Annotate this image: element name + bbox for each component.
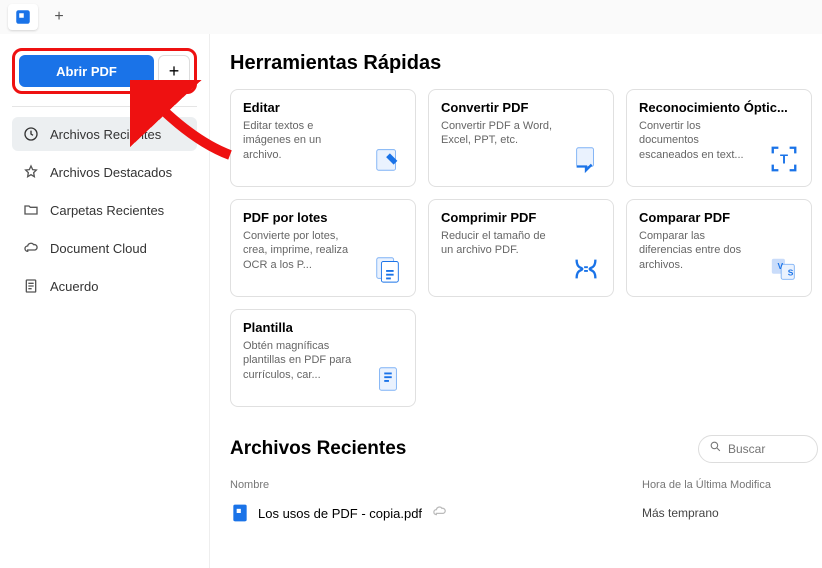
card-compress[interactable]: Comprimir PDF Reducir el tamaño de un ar… — [428, 199, 614, 297]
sidebar: Abrir PDF + Archivos Recientes Archivos … — [0, 34, 210, 568]
batch-icon — [371, 252, 405, 286]
sidebar-item-document-cloud[interactable]: Document Cloud — [12, 231, 197, 265]
svg-text:T: T — [780, 152, 788, 167]
main-panel: Herramientas Rápidas Editar Editar texto… — [210, 34, 822, 568]
card-compare[interactable]: Comparar PDF Comparar las diferencias en… — [626, 199, 812, 297]
recent-files-heading: Archivos Recientes — [230, 438, 406, 460]
card-convert[interactable]: Convertir PDF Convertir PDF a Word, Exce… — [428, 89, 614, 187]
document-icon — [22, 278, 40, 294]
app-logo-tab[interactable] — [8, 4, 38, 30]
quick-tools-grid: Editar Editar textos e imágenes en un ar… — [230, 89, 822, 407]
sidebar-item-recent-folders[interactable]: Carpetas Recientes — [12, 193, 197, 227]
sidebar-item-label: Archivos Recientes — [50, 127, 161, 142]
compare-icon: VS — [767, 252, 801, 286]
card-title: Plantilla — [243, 320, 403, 335]
sidebar-item-label: Archivos Destacados — [50, 165, 172, 180]
card-batch[interactable]: PDF por lotes Convierte por lotes, crea,… — [230, 199, 416, 297]
cloud-icon — [22, 240, 40, 256]
recent-columns: Nombre Hora de la Última Modifica — [230, 479, 822, 491]
create-pdf-button[interactable]: + — [158, 55, 190, 87]
svg-text:V: V — [777, 261, 783, 271]
sidebar-item-agreement[interactable]: Acuerdo — [12, 269, 197, 303]
folder-icon — [22, 202, 40, 218]
column-date: Hora de la Última Modifica — [642, 479, 822, 491]
card-ocr[interactable]: Reconocimiento Óptic... Convertir los do… — [626, 89, 812, 187]
open-pdf-button[interactable]: Abrir PDF — [19, 55, 154, 87]
card-edit[interactable]: Editar Editar textos e imágenes en un ar… — [230, 89, 416, 187]
card-template[interactable]: Plantilla Obtén magníficas plantillas en… — [230, 309, 416, 407]
pdf-file-icon — [230, 503, 250, 523]
sidebar-item-label: Document Cloud — [50, 241, 147, 256]
sidebar-item-recent-files[interactable]: Archivos Recientes — [12, 117, 197, 151]
file-name-label: Los usos de PDF - copia.pdf — [258, 506, 422, 521]
compress-icon — [569, 252, 603, 286]
card-title: Editar — [243, 100, 403, 115]
template-icon — [371, 362, 405, 396]
file-date-label: Más temprano — [642, 506, 822, 520]
search-icon — [709, 440, 722, 458]
card-title: PDF por lotes — [243, 210, 403, 225]
search-input[interactable] — [728, 442, 808, 456]
recent-files-section: Archivos Recientes Nombre Hora de la Últ… — [230, 435, 822, 523]
file-row[interactable]: Los usos de PDF - copia.pdf Más temprano — [230, 503, 822, 523]
open-pdf-highlight: Abrir PDF + — [12, 48, 197, 94]
convert-icon — [569, 142, 603, 176]
new-tab-button[interactable]: + — [46, 4, 72, 30]
divider — [12, 106, 197, 107]
cloud-status-icon — [432, 504, 447, 522]
card-title: Comparar PDF — [639, 210, 799, 225]
sidebar-item-label: Carpetas Recientes — [50, 203, 164, 218]
card-title: Comprimir PDF — [441, 210, 601, 225]
quick-tools-heading: Herramientas Rápidas — [230, 52, 822, 75]
search-box[interactable] — [698, 435, 818, 463]
card-title: Reconocimiento Óptic... — [639, 100, 799, 115]
edit-icon — [371, 142, 405, 176]
sidebar-item-label: Acuerdo — [50, 279, 98, 294]
column-name: Nombre — [230, 479, 642, 491]
star-icon — [22, 164, 40, 180]
card-title: Convertir PDF — [441, 100, 601, 115]
tab-bar: + — [0, 0, 822, 34]
svg-text:S: S — [788, 268, 794, 278]
sidebar-item-starred[interactable]: Archivos Destacados — [12, 155, 197, 189]
ocr-icon: T — [767, 142, 801, 176]
clock-icon — [22, 126, 40, 142]
